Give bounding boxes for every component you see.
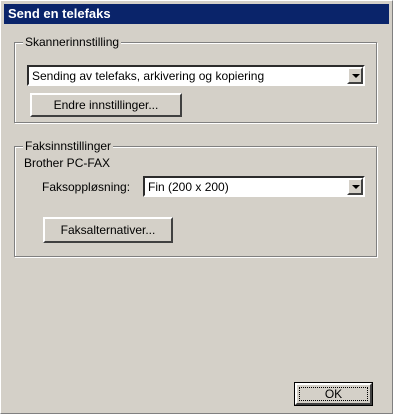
title-bar: Send en telefaks [4,4,389,24]
chevron-down-icon[interactable] [347,67,363,84]
fax-settings-label: Faksinnstillinger [23,139,114,153]
fax-resolution-dropdown[interactable]: Fin (200 x 200) [143,176,365,197]
window-title: Send en telefaks [8,6,111,21]
change-settings-button[interactable]: Endre innstillinger... [30,93,182,117]
chevron-down-icon[interactable] [347,178,363,195]
ok-button[interactable]: OK [294,382,373,406]
scanner-settings-group: Skannerinnstilling Sending av telefaks, … [14,35,377,123]
fax-resolution-value: Fin (200 x 200) [148,180,229,194]
scan-mode-dropdown[interactable]: Sending av telefaks, arkivering og kopie… [27,65,365,86]
fax-options-button[interactable]: Faksalternativer... [43,217,173,243]
fax-options-label: Faksalternativer... [60,223,156,237]
change-settings-label: Endre innstillinger... [53,98,159,112]
focus-rect [299,387,368,401]
scan-mode-value: Sending av telefaks, arkivering og kopie… [32,69,265,83]
fax-device-name: Brother PC-FAX [24,156,111,170]
fax-settings-group: Faksinnstillinger Brother PC-FAX Faksopp… [14,139,377,257]
scanner-settings-label: Skannerinnstilling [23,35,122,49]
fax-resolution-label: Faksoppløsning: [42,180,131,194]
dialog-window: Send en telefaks Skannerinnstilling Send… [0,0,393,414]
